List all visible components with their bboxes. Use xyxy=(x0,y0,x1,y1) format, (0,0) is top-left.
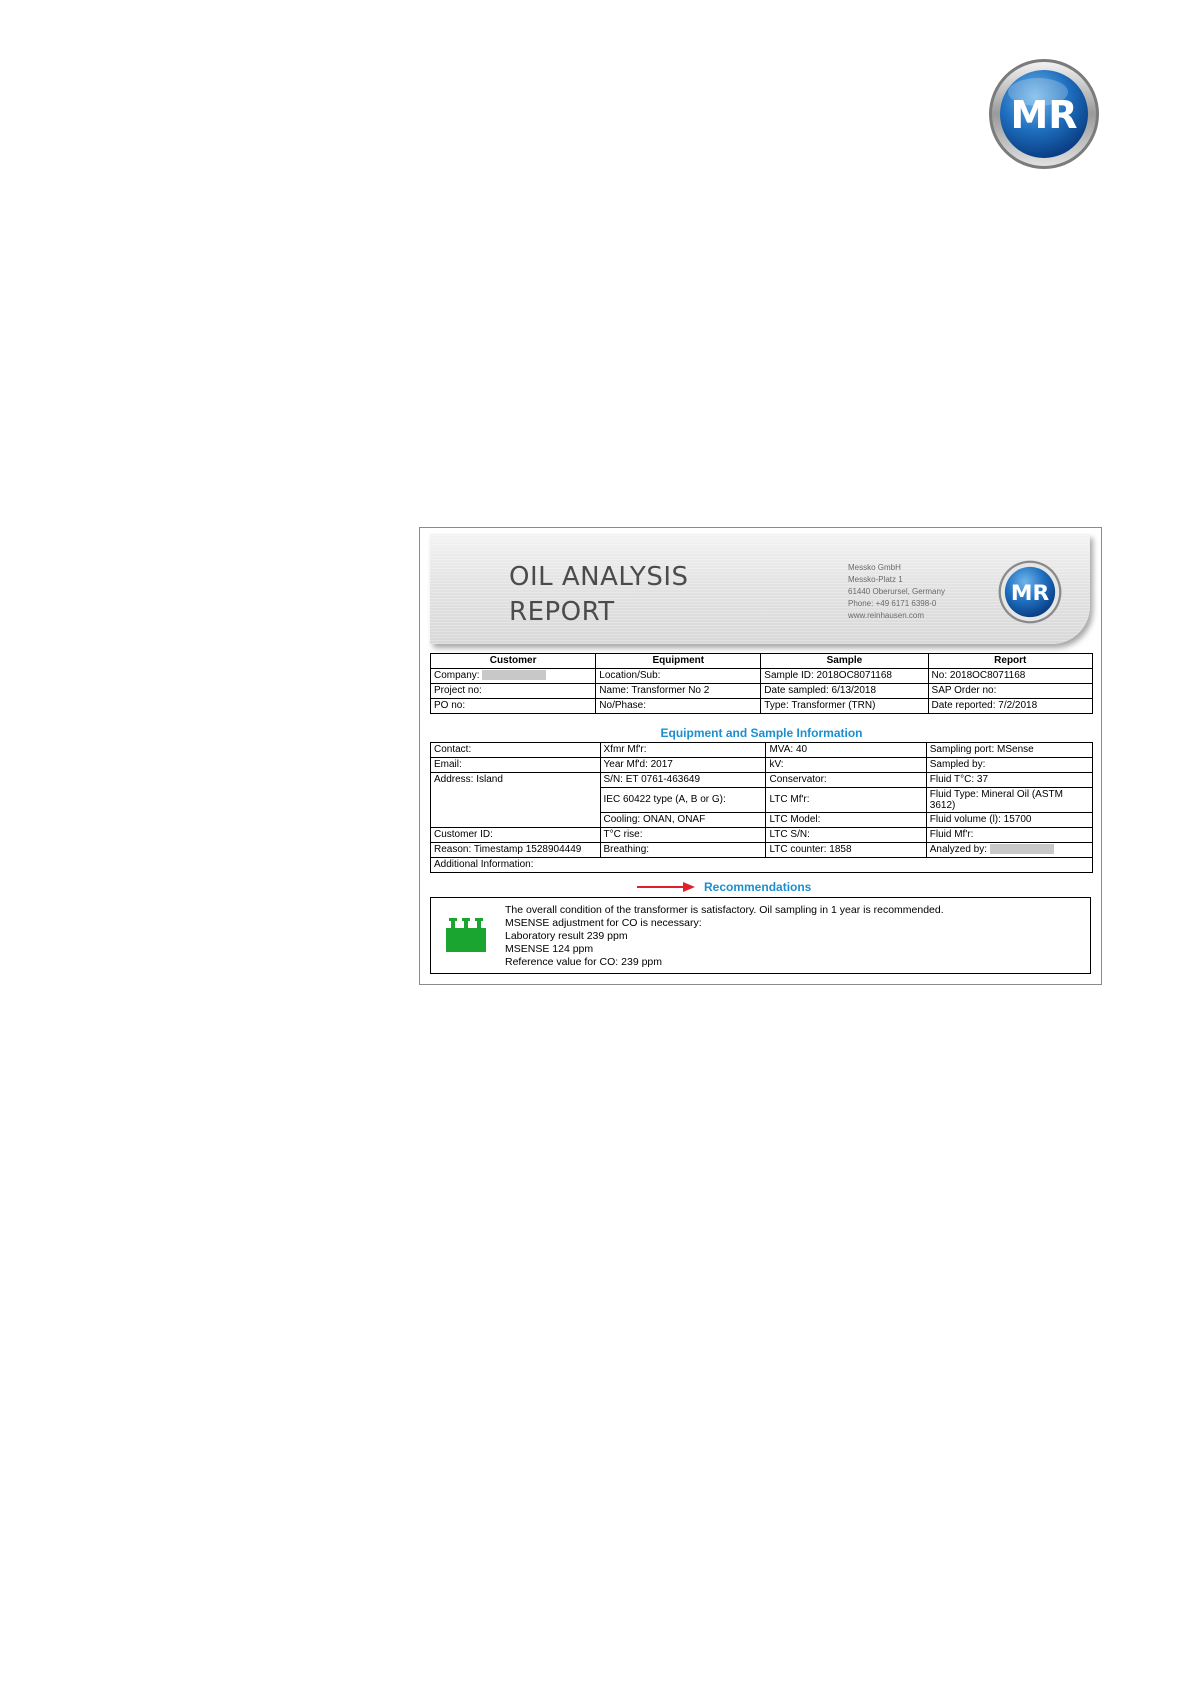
col-header-report: Report xyxy=(927,653,1094,669)
table-cell: Date sampled: 6/13/2018 xyxy=(760,683,929,699)
report-header-table: Customer Equipment Sample Report Company… xyxy=(429,653,1094,714)
table-cell: Name: Transformer No 2 xyxy=(595,683,762,699)
table-cell: Year Mf'd: 2017 xyxy=(599,757,767,773)
col-header-equipment: Equipment xyxy=(595,653,762,669)
redacted-value xyxy=(482,670,547,681)
transformer-body xyxy=(446,928,486,952)
table-cell: Company: xyxy=(429,668,597,684)
table-cell: SAP Order no: xyxy=(927,683,1094,699)
table-row: Additional Information: xyxy=(430,857,1093,873)
table-row: Reason: Timestamp 1528904449 Breathing: … xyxy=(430,842,1094,858)
table-cell: Reason: Timestamp 1528904449 xyxy=(430,842,601,858)
table-row: Customer ID: T°C rise: LTC S/N: Fluid Mf… xyxy=(430,827,1094,843)
table-cell: Sampled by: xyxy=(925,757,1094,773)
table-cell: Type: Transformer (TRN) xyxy=(760,698,929,714)
company-address: Messko GmbH Messko-Platz 1 61440 Oberurs… xyxy=(848,563,945,620)
redacted-value xyxy=(989,844,1054,855)
transformer-status-icon xyxy=(446,918,486,952)
table-cell: Location/Sub: xyxy=(595,668,762,684)
table-cell: Analyzed by: xyxy=(925,842,1094,858)
table-cell: LTC S/N: xyxy=(765,827,927,843)
table-cell: Email: xyxy=(430,757,601,773)
col-header-sample: Sample xyxy=(760,653,929,669)
table-cell: LTC Mf'r: xyxy=(765,787,927,813)
table-cell: Fluid Type: Mineral Oil (ASTM 3612) xyxy=(925,787,1094,813)
table-cell: Customer ID: xyxy=(430,827,601,843)
red-arrow-icon xyxy=(637,882,695,892)
table-row: Email: Year Mf'd: 2017 kV: Sampled by: xyxy=(430,757,1094,773)
table-cell: LTC Model: xyxy=(765,812,927,828)
table-cell: S/N: ET 0761-463649 xyxy=(599,772,767,788)
banner-mr-logo: MR xyxy=(998,560,1062,624)
table-cell: Fluid Mf'r: xyxy=(925,827,1094,843)
svg-text:MR: MR xyxy=(1011,581,1050,606)
table-row: PO no: No/Phase: Type: Transformer (TRN)… xyxy=(429,698,1094,714)
table-cell: kV: xyxy=(765,757,927,773)
table-row: Address: Island S/N: ET 0761-463649 Cons… xyxy=(430,772,1094,828)
table-cell: Fluid T°C: 37 xyxy=(925,772,1094,788)
table-cell: Breathing: xyxy=(599,842,767,858)
table-cell: Date reported: 7/2/2018 xyxy=(927,698,1094,714)
table-cell: Conservator: xyxy=(765,772,927,788)
table-cell: T°C rise: xyxy=(599,827,767,843)
table-cell: MVA: 40 xyxy=(765,742,927,758)
table-cell: PO no: xyxy=(429,698,597,714)
recommendation-text: The overall condition of the transformer… xyxy=(505,904,944,968)
table-row: Project no: Name: Transformer No 2 Date … xyxy=(429,683,1094,699)
table-row: Contact: Xfmr Mf'r: MVA: 40 Sampling por… xyxy=(430,742,1094,758)
mr-logo: MR xyxy=(989,59,1099,169)
table-cell: Sampling port: MSense xyxy=(925,742,1094,758)
table-row: Company: Location/Sub: Sample ID: 2018OC… xyxy=(429,668,1094,684)
table-cell: Project no: xyxy=(429,683,597,699)
recommendations-box: The overall condition of the transformer… xyxy=(430,897,1091,974)
section-title-equipment: Equipment and Sample Information xyxy=(660,726,863,740)
equipment-sample-table: Contact: Xfmr Mf'r: MVA: 40 Sampling por… xyxy=(430,742,1094,873)
svg-text:MR: MR xyxy=(1010,93,1077,137)
table-cell: Cooling: ONAN, ONAF xyxy=(599,812,767,828)
table-cell: No: 2018OC8071168 xyxy=(927,668,1094,684)
table-cell: Additional Information: xyxy=(430,857,1093,873)
recommendations-title: Recommendations xyxy=(704,880,812,894)
table-cell: Contact: xyxy=(430,742,601,758)
table-cell: Sample ID: 2018OC8071168 xyxy=(760,668,929,684)
table-cell: No/Phase: xyxy=(595,698,762,714)
table-cell: Fluid volume (l): 15700 xyxy=(925,812,1094,828)
report-banner: OIL ANALYSIS REPORT Messko GmbH Messko-P… xyxy=(430,534,1090,644)
table-cell: LTC counter: 1858 xyxy=(765,842,927,858)
table-cell: Address: Island xyxy=(430,772,601,828)
oil-analysis-report-image: OIL ANALYSIS REPORT Messko GmbH Messko-P… xyxy=(419,527,1102,985)
col-header-customer: Customer xyxy=(429,653,597,669)
table-cell: IEC 60422 type (A, B or G): xyxy=(599,787,767,813)
report-title: OIL ANALYSIS REPORT xyxy=(509,562,689,627)
table-cell: Xfmr Mf'r: xyxy=(599,742,767,758)
